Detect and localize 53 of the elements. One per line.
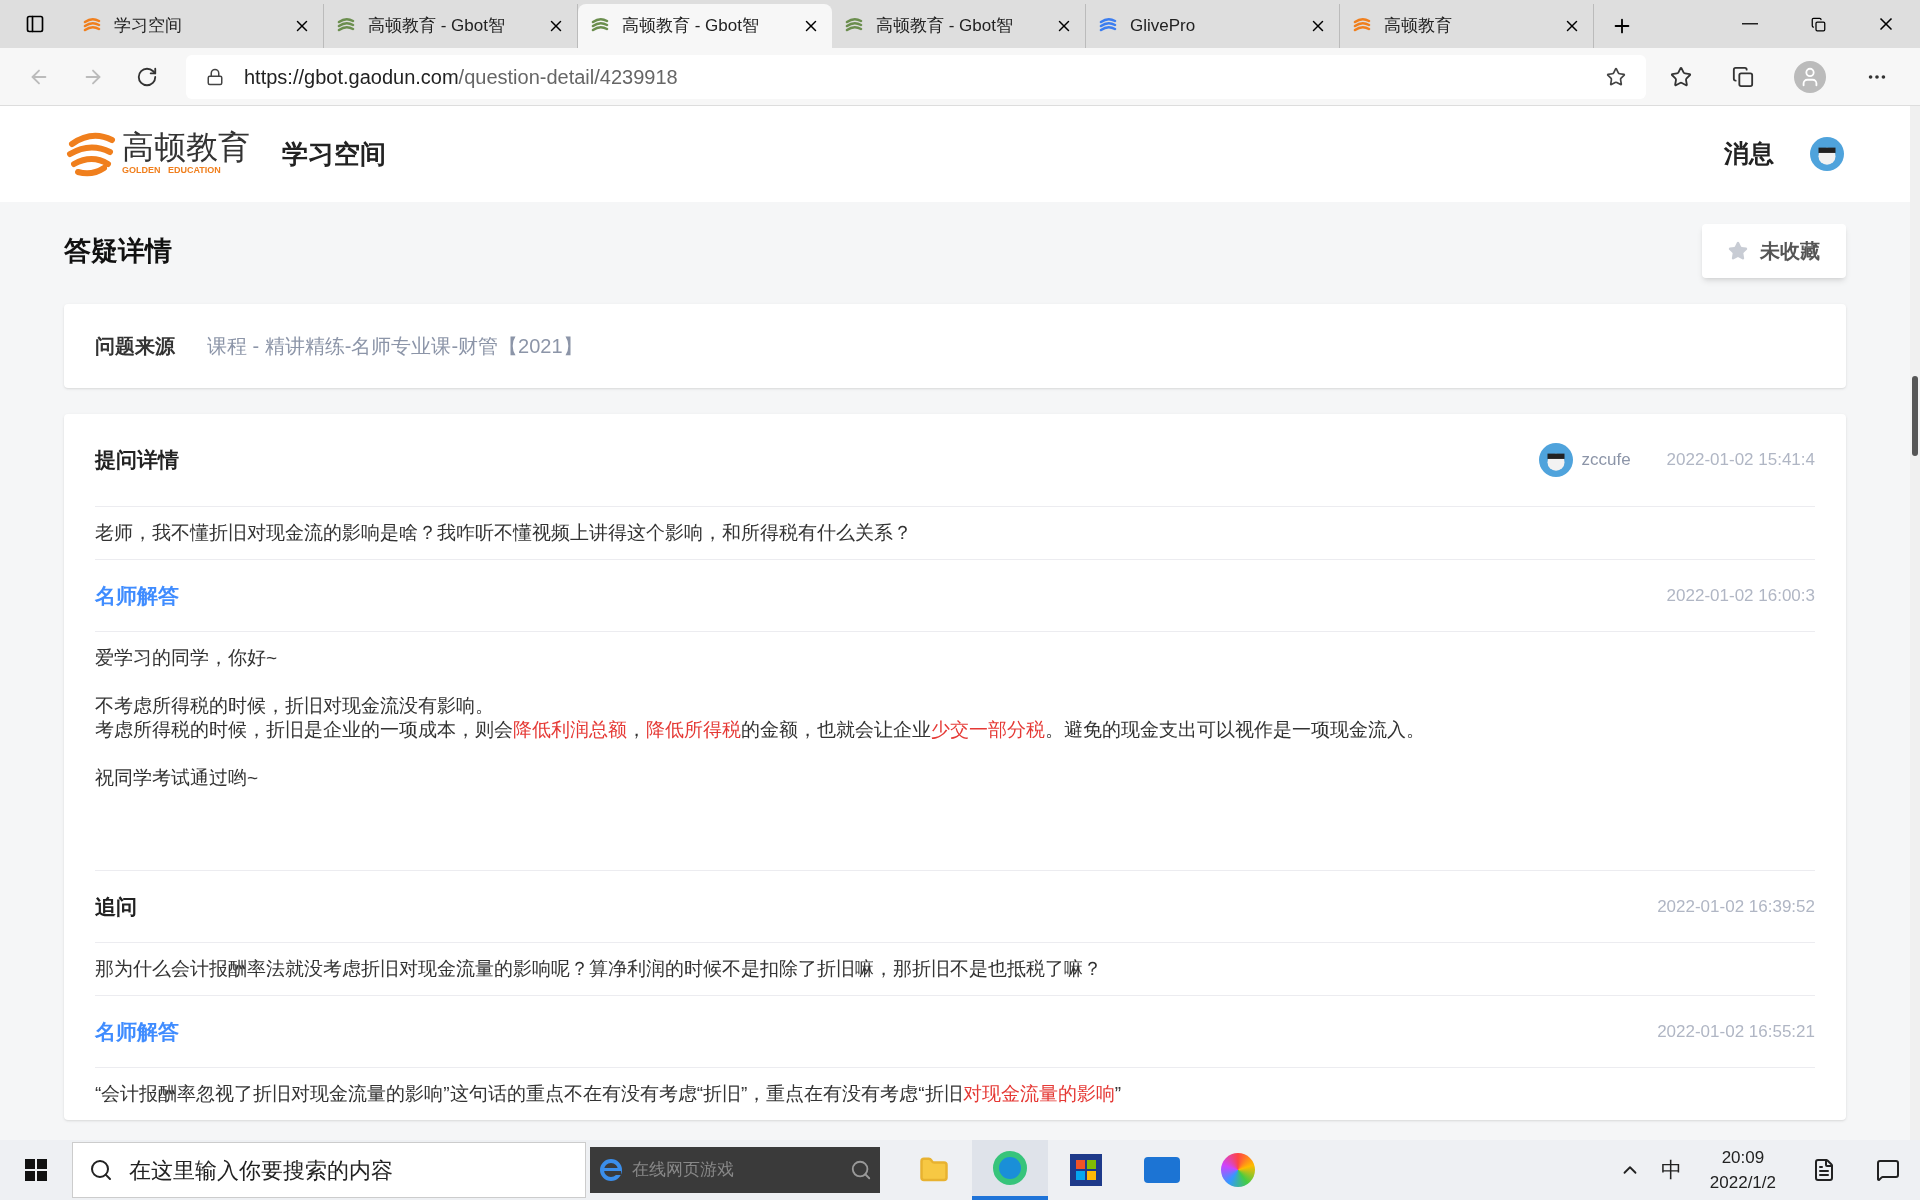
minimize-icon	[1742, 23, 1758, 25]
windows-logo-icon	[25, 1159, 47, 1181]
favorites-icon[interactable]	[1670, 65, 1692, 88]
tab-title: 高顿教育 - Gbot智	[368, 15, 506, 38]
timestamp: 2022-01-02 16:39:52	[1657, 895, 1815, 918]
browser-tab[interactable]: 高顿教育 - Gbot智	[578, 4, 832, 48]
browser-logo-icon	[598, 1157, 624, 1183]
message-text: “会计报酬率忽视了折旧对现金流量的影响”这句话的重点不在有没有考虑“折旧”，重点在有没有考虑“折旧对现金流量的影响”	[95, 1082, 1122, 1106]
lock-icon	[206, 67, 224, 86]
tab-title: 高顿教育	[1384, 15, 1453, 38]
section-title: 名师解答	[95, 1018, 179, 1045]
avatar-icon	[1810, 137, 1844, 171]
logo-subtitle: GOLDEN EDUCATION	[122, 164, 222, 178]
site-logo[interactable]: 高顿教育 GOLDEN EDUCATION	[66, 128, 250, 180]
notes-icon[interactable]	[1812, 1158, 1836, 1182]
ime-indicator[interactable]: 中	[1660, 1154, 1682, 1186]
nav-link[interactable]: 学习空间	[282, 134, 386, 174]
section-title: 名师解答	[95, 582, 179, 609]
tab-title: GlivePro	[1130, 15, 1197, 38]
page-title: 答疑详情	[64, 234, 172, 268]
search-icon	[850, 1159, 872, 1181]
sidebar-icon	[25, 14, 45, 34]
section-title: 追问	[95, 893, 137, 920]
avatar-icon	[1539, 443, 1574, 477]
timestamp: 2022-01-02 15:41:4	[1666, 449, 1815, 472]
favorite-button[interactable]: 未收藏	[1702, 224, 1846, 278]
messages-link[interactable]: 消息	[1724, 135, 1774, 173]
address-field[interactable]: https://gbot.gaodun.com/question-detail/4239918	[186, 54, 1646, 99]
message-text: 不考虑所得税的时候，折旧对现金流没有影响。	[95, 694, 495, 718]
tab-title: 高顿教育 - Gbot智	[876, 15, 1014, 38]
search-icon	[89, 1158, 113, 1182]
message-text: 祝同学考试通过哟~	[95, 766, 260, 790]
url-text: https://gbot.gaodun.com/question-detail/4239918	[244, 64, 678, 90]
section-title: 提问详情	[95, 447, 179, 474]
logo-text: 高顿教育	[122, 130, 250, 165]
notifications-icon[interactable]	[1876, 1158, 1900, 1182]
message-text: 爱学习的同学，你好~	[95, 646, 279, 670]
source-value: 课程 - 精讲精练-名师专业课-财管【2021】	[207, 334, 583, 359]
collections-icon[interactable]	[1732, 65, 1754, 88]
tab-title: 高顿教育 - Gbot智	[622, 15, 760, 38]
tab-title: 学习空间	[114, 15, 183, 38]
timestamp: 2022-01-02 16:00:3	[1666, 584, 1815, 607]
taskbar-search-field[interactable]: 在这里输入你要搜索的内容	[72, 1142, 586, 1198]
timestamp: 2022-01-02 16:55:21	[1657, 1020, 1815, 1043]
star-icon	[1728, 241, 1748, 261]
message-text: 考虑所得税的时候，折旧是企业的一项成本，则会降低利润总额，降低所得税的金额，也就会让企业少交一部分税。避免的现金支出可以视作是一项现金流入。	[95, 718, 1426, 742]
message-text: 那为什么会计报酬率法就没考虑折旧对现金流量的影响呢？算净利润的时候不是扣除了折旧嘛，那折旧不是也抵税了嘛？	[95, 957, 1103, 981]
clock[interactable]: 20:09 2022/1/2	[1709, 1144, 1776, 1196]
add-favorite-icon[interactable]	[1606, 66, 1626, 87]
source-label: 问题来源	[95, 334, 175, 359]
restore-icon	[1810, 16, 1826, 32]
message-text: 老师，我不懂折旧对现金流的影响是啥？我咋听不懂视频上讲得这个影响，和所得税有什么关系？	[95, 521, 913, 545]
refresh-icon[interactable]	[136, 65, 158, 88]
